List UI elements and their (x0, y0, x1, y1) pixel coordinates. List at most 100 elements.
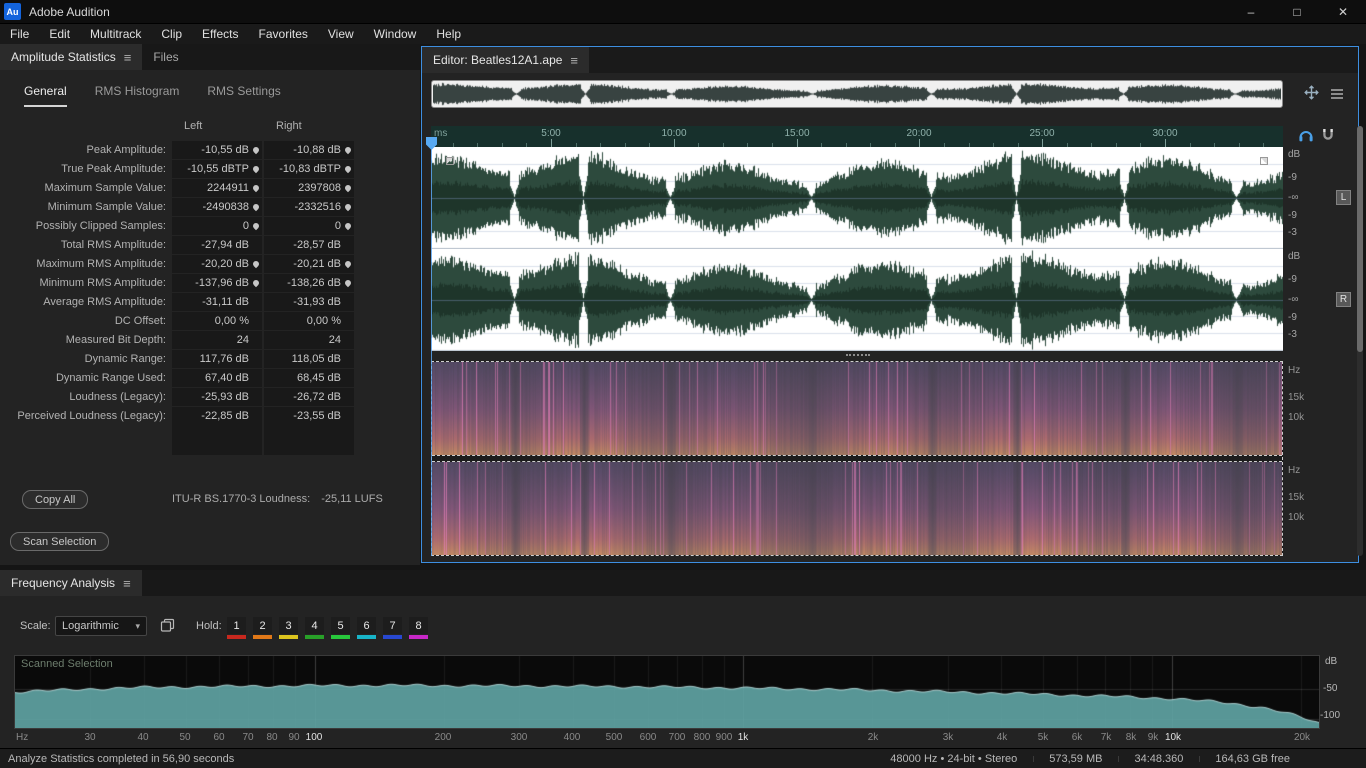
tab-label: Editor: Beatles12A1.ape (433, 53, 563, 67)
tab-frequency-analysis[interactable]: Frequency Analysis ≡ (0, 570, 142, 596)
table-row: Total RMS Amplitude: -27,94 dB -28,57 dB (0, 235, 420, 254)
hold-button-5[interactable]: 5 (331, 617, 350, 634)
panel-menu-icon[interactable]: ≡ (124, 51, 132, 64)
table-row: DC Offset: 0,00 % 0,00 % (0, 311, 420, 330)
zoom-presets-icon[interactable] (1330, 87, 1344, 105)
copy-graph-icon[interactable] (160, 618, 175, 638)
menu-clip[interactable]: Clip (151, 24, 192, 44)
stats-row-label: Possibly Clipped Samples: (35, 219, 166, 232)
channel-badge-left[interactable]: L (1336, 190, 1351, 205)
divider-grip-icon[interactable] (846, 354, 870, 356)
marker-pin-icon[interactable] (343, 259, 352, 268)
marker-pin-icon[interactable] (251, 145, 260, 154)
vertical-scrollbar[interactable] (1357, 126, 1363, 556)
frequency-curve-canvas (15, 656, 1319, 728)
menu-effects[interactable]: Effects (192, 24, 248, 44)
menu-favorites[interactable]: Favorites (249, 24, 318, 44)
scan-selection-button[interactable]: Scan Selection (10, 532, 110, 551)
menu-edit[interactable]: Edit (39, 24, 80, 44)
stats-row-label: True Peak Amplitude: (61, 162, 166, 175)
marker-pin-icon[interactable] (251, 278, 260, 287)
hz-axis-label: 10k (1164, 732, 1182, 743)
fade-out-handle[interactable] (1260, 157, 1268, 165)
db-ruler-label: -3 (1288, 227, 1297, 238)
hz-axis-label: 2k (867, 732, 879, 743)
table-row: Dynamic Range Used: 67,40 dB 68,45 dB (0, 368, 420, 387)
marker-pin-icon[interactable] (251, 221, 260, 230)
hold-button-6[interactable]: 6 (357, 617, 376, 634)
timeline-tick (797, 139, 798, 147)
marker-pin-icon[interactable] (343, 202, 352, 211)
marker-pin-icon[interactable] (343, 145, 352, 154)
timeline-label: 25:00 (1029, 128, 1055, 139)
headphones-icon[interactable] (1298, 128, 1314, 147)
hz-axis-label: 200 (434, 732, 452, 743)
fade-in-handle[interactable] (446, 157, 454, 165)
waveform-display[interactable] (431, 147, 1283, 351)
marker-pin-icon[interactable] (251, 164, 260, 173)
menu-help[interactable]: Help (426, 24, 471, 44)
tab-amplitude-statistics[interactable]: Amplitude Statistics ≡ (0, 44, 143, 70)
scale-dropdown[interactable]: Logarithmic ▾ (55, 616, 147, 636)
menu-file[interactable]: File (0, 24, 39, 44)
overview-navigator[interactable] (431, 80, 1283, 108)
navigate-tool-icon[interactable] (1304, 85, 1319, 105)
panel-menu-icon[interactable]: ≡ (123, 577, 131, 590)
hold-button-3[interactable]: 3 (279, 617, 298, 634)
marker-pin-icon[interactable] (251, 202, 260, 211)
maximize-button[interactable]: □ (1274, 0, 1320, 23)
minimize-button[interactable]: – (1228, 0, 1274, 23)
amplitude-statistics-panel: Amplitude Statistics ≡ Files General RMS … (0, 44, 420, 565)
subtab-rms-histogram[interactable]: RMS Histogram (95, 84, 180, 107)
freq-panel-tabbar: Frequency Analysis ≡ (0, 570, 1366, 596)
subtab-rms-settings[interactable]: RMS Settings (207, 84, 280, 107)
hold-button-8[interactable]: 8 (409, 617, 428, 634)
stats-value-left: 117,76 dB (172, 349, 262, 368)
spectral-display[interactable] (431, 361, 1283, 556)
waveform-left-channel[interactable] (431, 147, 1283, 249)
timeline-ruler[interactable]: ms 5:00 10:00 15:00 20:00 25:00 30:00 (431, 126, 1283, 147)
copy-all-button[interactable]: Copy All (22, 490, 89, 509)
hz-axis-label: 800 (693, 732, 711, 743)
panel-menu-icon[interactable]: ≡ (570, 54, 578, 67)
overview-waveform[interactable] (433, 82, 1281, 106)
playhead-line[interactable] (431, 147, 432, 556)
hold-button-1[interactable]: 1 (227, 617, 246, 634)
menu-view[interactable]: View (318, 24, 364, 44)
frequency-analysis-panel: Frequency Analysis ≡ Scale: Logarithmic … (0, 570, 1366, 748)
vertical-scrollbar-thumb[interactable] (1357, 126, 1363, 352)
tab-files[interactable]: Files (142, 44, 189, 70)
timeline-tick (674, 139, 675, 147)
snap-magnet-icon[interactable] (1321, 128, 1335, 147)
marker-pin-icon[interactable] (343, 164, 352, 173)
hz-axis-label: 9k (1147, 732, 1159, 743)
marker-pin-icon[interactable] (343, 221, 352, 230)
stats-row-label: Dynamic Range Used: (55, 371, 166, 384)
marker-pin-icon[interactable] (343, 278, 352, 287)
subtab-general[interactable]: General (24, 84, 67, 107)
hold-button-7[interactable]: 7 (383, 617, 402, 634)
waveform-right-channel[interactable] (431, 249, 1283, 351)
stats-value-right: 68,45 dB (264, 368, 354, 387)
menubar: File Edit Multitrack Clip Effects Favorites Vi… (0, 24, 1366, 44)
close-button[interactable]: ✕ (1320, 0, 1366, 23)
channel-badge-right[interactable]: R (1336, 292, 1351, 307)
marker-pin-icon[interactable] (343, 183, 352, 192)
hz-axis-unit: Hz (16, 732, 29, 743)
spectrogram-left-channel[interactable] (432, 362, 1282, 455)
timeline-label: 5:00 (541, 128, 561, 139)
marker-pin-icon[interactable] (251, 183, 260, 192)
stats-table: Peak Amplitude: -10,55 dB -10,88 dB True Pe… (0, 140, 420, 425)
status-item: 48000 Hz • 24-bit • Stereo (890, 752, 1018, 765)
spectrogram-right-channel[interactable] (432, 462, 1282, 555)
menu-multitrack[interactable]: Multitrack (80, 24, 151, 44)
stats-value-left: -137,96 dB (172, 273, 262, 292)
marker-pin-icon[interactable] (251, 259, 260, 268)
menu-window[interactable]: Window (364, 24, 427, 44)
display-split-divider[interactable] (431, 351, 1283, 361)
tab-editor[interactable]: Editor: Beatles12A1.ape ≡ (422, 47, 590, 73)
hz-axis-label: 60 (213, 732, 225, 743)
hold-button-4[interactable]: 4 (305, 617, 324, 634)
hold-button-2[interactable]: 2 (253, 617, 272, 634)
column-header-left: Left (184, 120, 203, 132)
